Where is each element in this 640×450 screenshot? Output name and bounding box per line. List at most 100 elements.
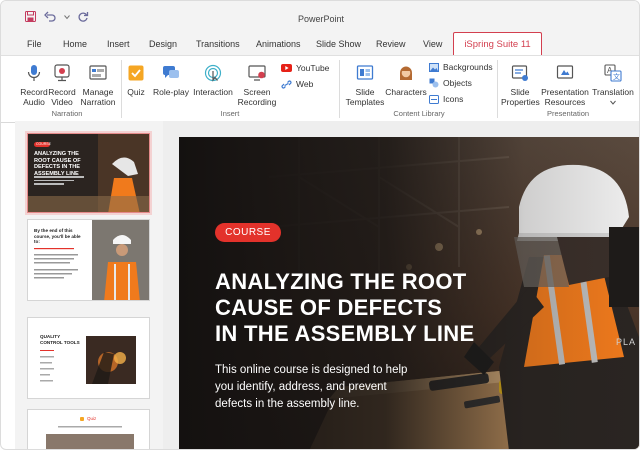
ribbon-separator <box>497 60 498 118</box>
presentation-group-label: Presentation <box>546 109 590 118</box>
narration-group-label: Narration <box>51 109 83 118</box>
quiz-label: Quiz <box>127 87 145 97</box>
microphone-icon <box>27 65 41 81</box>
icons-label: Icons <box>443 94 464 104</box>
roleplay-button[interactable]: Role-play <box>153 64 189 97</box>
roleplay-label: Role-play <box>153 87 189 97</box>
record-video-button[interactable]: Record Video <box>47 64 77 107</box>
slide-subtitle-line-1: This online course is designed to help <box>215 364 408 376</box>
main-slide[interactable]: PLA COURSE ANALYZING THE ROOT CAUSE OF D… <box>179 137 639 449</box>
title-bar: PowerPoint <box>1 1 639 35</box>
webcam-icon <box>54 64 70 82</box>
ribbon: Record Audio Record Video Manage Narrati… <box>1 55 639 123</box>
quiz-icon <box>128 65 144 81</box>
screen-recording-label-1: Screen <box>243 87 271 97</box>
slide-properties-label-1: Slide <box>510 87 530 97</box>
quiz-button[interactable]: Quiz <box>125 64 147 97</box>
window-title: PowerPoint <box>297 14 345 24</box>
chevron-down-icon <box>610 100 616 105</box>
slide-templates-label-1: Slide <box>355 87 375 97</box>
slide-title-line-3: IN THE ASSEMBLY LINE <box>215 321 475 346</box>
character-icon <box>400 66 412 80</box>
tab-transitions[interactable]: Transitions <box>196 39 240 49</box>
link-icon <box>281 79 292 89</box>
thumbnail-2-title: By the end of this course, you'll be abl… <box>34 228 81 245</box>
tab-review[interactable]: Review <box>376 39 406 49</box>
tab-slide-show[interactable]: Slide Show <box>316 39 361 49</box>
backgrounds-button[interactable]: Backgrounds <box>429 62 493 72</box>
slide-thumbnail-4[interactable]: Quiz <box>27 409 150 449</box>
slide-templates-button[interactable]: Slide Templates <box>343 64 387 107</box>
translation-icon: A文 <box>604 64 622 82</box>
thumbnail-3-title: QUALITY CONTROL TOOLS <box>40 334 80 345</box>
svg-text:文: 文 <box>613 72 620 81</box>
interaction-button[interactable]: Interaction <box>193 64 233 97</box>
translation-button[interactable]: A文 Translation <box>591 64 635 107</box>
record-video-label-1: Record <box>48 87 76 97</box>
tab-file[interactable]: File <box>27 39 42 49</box>
record-video-label-2: Video <box>51 97 73 107</box>
slide-subtitle-line-3: defects in the assembly line. <box>215 398 360 410</box>
youtube-button[interactable]: YouTube <box>281 63 329 73</box>
objects-label: Objects <box>443 78 472 88</box>
slide-title: ANALYZING THE ROOT CAUSE OF DEFECTS IN T… <box>215 269 515 347</box>
tab-ispring-suite[interactable]: iSpring Suite 11 <box>453 32 542 56</box>
slide-title-line-2: CAUSE OF DEFECTS <box>215 295 443 320</box>
youtube-label: YouTube <box>296 63 330 73</box>
tab-home[interactable]: Home <box>63 39 87 49</box>
thumbnail-1-title: ANALYZING THE ROOT CAUSE OF DEFECTS IN T… <box>34 151 81 177</box>
screen-recording-icon <box>248 65 266 81</box>
presentation-resources-label-2: Resources <box>544 97 586 107</box>
slide-thumbnail-panel[interactable]: COURSE ANALYZING THE ROOT CAUSE OF DEFEC… <box>15 121 164 449</box>
thumbnail-1-subtitle-lines <box>34 176 84 185</box>
tab-design[interactable]: Design <box>149 39 177 49</box>
helmet-text: PLA <box>616 337 637 347</box>
slide-properties-label-2: Properties <box>501 97 540 107</box>
app-window: PowerPoint File Home Insert Design Trans… <box>0 0 640 450</box>
roleplay-icon <box>163 66 179 78</box>
record-audio-label-1: Record <box>20 87 48 97</box>
ribbon-separator <box>121 60 122 118</box>
ribbon-separator <box>339 60 340 118</box>
record-audio-label-2: Audio <box>23 97 45 107</box>
web-button[interactable]: Web <box>281 79 313 89</box>
tab-insert[interactable]: Insert <box>107 39 130 49</box>
slide-templates-label-2: Templates <box>345 97 385 107</box>
presentation-resources-button[interactable]: Presentation Resources <box>540 64 590 107</box>
icons-gallery-icon <box>429 94 439 104</box>
record-audio-button[interactable]: Record Audio <box>17 64 51 107</box>
manage-narration-icon <box>89 65 107 80</box>
youtube-icon <box>281 64 292 72</box>
slide-thumbnail-3[interactable]: QUALITY CONTROL TOOLS <box>27 317 150 399</box>
screen-recording-label-2: Recording <box>237 97 277 107</box>
characters-button[interactable]: Characters <box>385 64 427 97</box>
backgrounds-icon <box>429 62 439 72</box>
slide-properties-button[interactable]: Slide Properties <box>501 64 540 107</box>
objects-button[interactable]: Objects <box>429 78 472 88</box>
presentation-resources-icon <box>556 65 574 79</box>
slide-templates-icon <box>356 65 374 80</box>
manage-narration-label-1: Manage <box>82 87 114 97</box>
thumbnail-4-label: Quiz <box>87 416 97 421</box>
thumbnail-3-artwork <box>28 318 149 398</box>
slide-thumbnail-2[interactable]: By the end of this course, you'll be abl… <box>27 219 150 301</box>
slide-title-line-1: ANALYZING THE ROOT <box>215 269 467 294</box>
backgrounds-label: Backgrounds <box>443 62 493 72</box>
icons-button[interactable]: Icons <box>429 94 463 104</box>
tab-view[interactable]: View <box>423 39 442 49</box>
interaction-label: Interaction <box>193 87 233 97</box>
manage-narration-button[interactable]: Manage Narration <box>79 64 117 107</box>
slide-subtitle-line-2: you identify, address, and prevent <box>215 381 387 393</box>
thumbnail-1-pill: COURSE <box>36 142 51 146</box>
screen-recording-button[interactable]: Screen Recording <box>237 64 277 107</box>
insert-group-label: Insert <box>220 109 240 118</box>
objects-icon <box>429 78 439 88</box>
course-pill: COURSE <box>215 223 281 242</box>
characters-label: Characters <box>385 87 427 97</box>
presentation-resources-label-1: Presentation <box>541 87 589 97</box>
web-label: Web <box>296 79 314 89</box>
slide-canvas[interactable]: PLA COURSE ANALYZING THE ROOT CAUSE OF D… <box>163 121 639 449</box>
slide-subtitle: This online course is designed to help y… <box>215 362 465 413</box>
slide-thumbnail-1[interactable]: COURSE ANALYZING THE ROOT CAUSE OF DEFEC… <box>27 133 150 213</box>
tab-animations[interactable]: Animations <box>256 39 301 49</box>
